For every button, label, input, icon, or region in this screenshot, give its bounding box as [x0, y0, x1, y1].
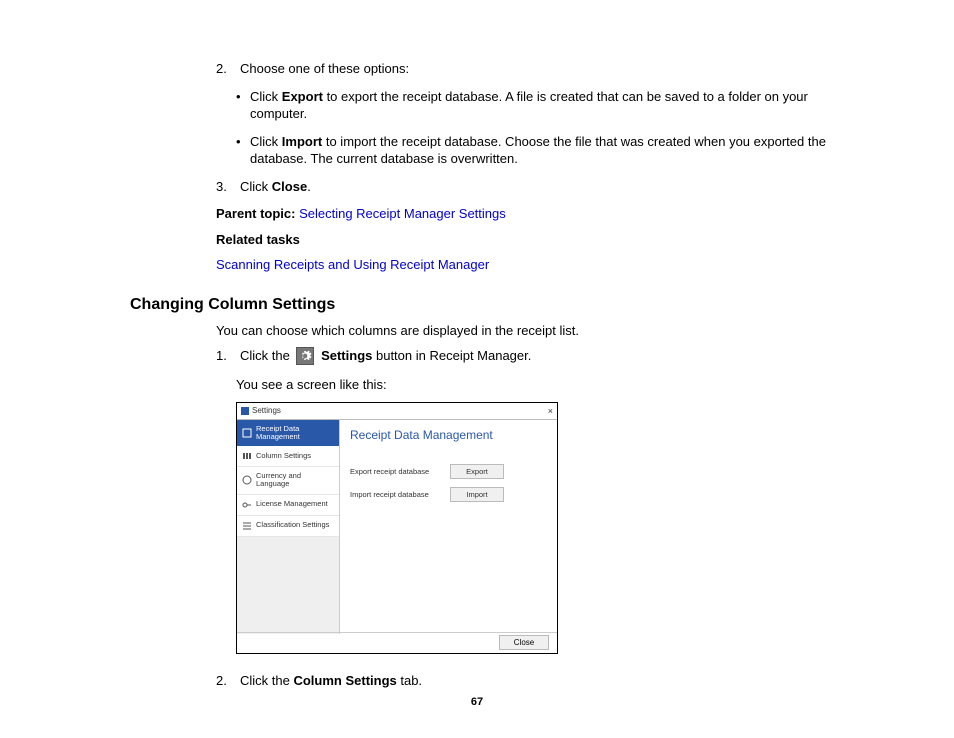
sidebar-empty	[237, 537, 339, 634]
text: to import the receipt database. Choose t…	[250, 134, 826, 167]
globe-icon	[242, 475, 252, 485]
parent-topic: Parent topic: Selecting Receipt Manager …	[216, 205, 844, 223]
sidebar-item-column-settings[interactable]: Column Settings	[237, 446, 339, 467]
import-label: Import receipt database	[350, 490, 440, 499]
cs-step-2: 2. Click the Column Settings tab.	[216, 672, 844, 690]
text: tab.	[397, 673, 422, 688]
text-bold: Settings	[317, 348, 372, 363]
bullet-text: Click Export to export the receipt datab…	[250, 88, 844, 123]
related-task-link[interactable]: Scanning Receipts and Using Receipt Mana…	[216, 257, 489, 272]
text: Click	[250, 89, 282, 104]
window-footer: Close	[237, 632, 557, 653]
text: .	[307, 179, 311, 194]
list-icon	[242, 521, 252, 531]
related-task-link-row: Scanning Receipts and Using Receipt Mana…	[216, 256, 844, 274]
window-title-group: Settings	[241, 406, 281, 415]
import-button[interactable]: Import	[450, 487, 504, 502]
cs-step-1-text: Click the Settings button in Receipt Man…	[240, 347, 531, 366]
window-titlebar: Settings ×	[237, 403, 557, 420]
step-number: 3.	[216, 178, 240, 196]
sidebar-item-license[interactable]: License Management	[237, 495, 339, 516]
cs-step-1-note: You see a screen like this:	[236, 376, 844, 394]
step-number: 1.	[216, 347, 240, 366]
text: Click the	[240, 348, 293, 363]
section-intro: You can choose which columns are display…	[216, 322, 844, 340]
related-tasks-label: Related tasks	[216, 231, 844, 249]
sidebar-label: Currency and Language	[256, 472, 334, 489]
parent-topic-link[interactable]: Selecting Receipt Manager Settings	[299, 206, 506, 221]
main-panel: Receipt Data Management Export receipt d…	[340, 420, 557, 634]
text-bold: Import	[282, 134, 322, 149]
close-icon[interactable]: ×	[548, 406, 553, 416]
cs-step-1: 1. Click the Settings button in Receipt …	[216, 347, 844, 366]
bullet-text: Click Import to import the receipt datab…	[250, 133, 844, 168]
sidebar-item-classification[interactable]: Classification Settings	[237, 516, 339, 537]
bullet: •	[236, 88, 250, 123]
export-row: Export receipt database Export	[350, 464, 547, 479]
text-bold: Export	[282, 89, 323, 104]
text: Click	[250, 134, 282, 149]
sidebar-item-currency[interactable]: Currency and Language	[237, 467, 339, 495]
sidebar-item-receipt-data[interactable]: Receipt Data Management	[237, 420, 339, 447]
app-icon	[241, 407, 249, 415]
page-number: 67	[0, 696, 954, 708]
sidebar-label: Receipt Data Management	[256, 425, 334, 442]
step-number: 2.	[216, 60, 240, 78]
close-button[interactable]: Close	[499, 635, 549, 650]
key-icon	[242, 500, 252, 510]
sidebar-label: Classification Settings	[256, 521, 329, 529]
text: button in Receipt Manager.	[372, 348, 531, 363]
step-3-text: Click Close.	[240, 178, 311, 196]
export-label: Export receipt database	[350, 467, 440, 476]
step-number: 2.	[216, 672, 240, 690]
text-bold: Close	[272, 179, 307, 194]
text-bold: Column Settings	[293, 673, 396, 688]
step-2-bullet-2: • Click Import to import the receipt dat…	[236, 133, 844, 168]
cs-step-2-text: Click the Column Settings tab.	[240, 672, 422, 690]
sidebar-label: Column Settings	[256, 452, 311, 460]
gear-icon	[296, 347, 314, 365]
sidebar-label: License Management	[256, 500, 328, 508]
step-2: 2. Choose one of these options:	[216, 60, 844, 78]
sidebar: Receipt Data Management Column Settings …	[237, 420, 340, 634]
panel-heading: Receipt Data Management	[350, 428, 547, 442]
columns-icon	[242, 451, 252, 461]
window-body: Receipt Data Management Column Settings …	[237, 420, 557, 634]
step-3: 3. Click Close.	[216, 178, 844, 196]
bullet: •	[236, 133, 250, 168]
text: Click the	[240, 673, 293, 688]
document-page: 2. Choose one of these options: • Click …	[0, 0, 954, 738]
import-row: Import receipt database Import	[350, 487, 547, 502]
section-heading: Changing Column Settings	[130, 296, 844, 314]
settings-screenshot: Settings × Receipt Data Management Colum…	[236, 402, 558, 654]
export-button[interactable]: Export	[450, 464, 504, 479]
receipt-icon	[242, 428, 252, 438]
step-2-bullet-1: • Click Export to export the receipt dat…	[236, 88, 844, 123]
parent-topic-label: Parent topic:	[216, 206, 299, 221]
text: Click	[240, 179, 272, 194]
step-2-text: Choose one of these options:	[240, 60, 409, 78]
text: to export the receipt database. A file i…	[250, 89, 808, 122]
window-title: Settings	[252, 406, 281, 415]
